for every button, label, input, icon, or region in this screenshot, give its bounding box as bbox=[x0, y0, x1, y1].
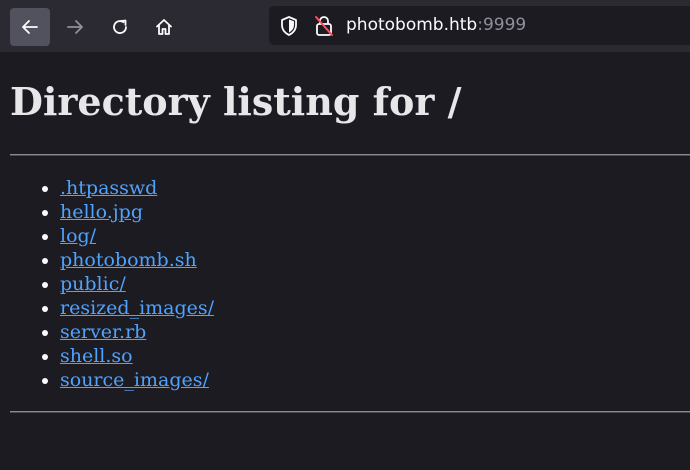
folder-link-public[interactable]: public/ bbox=[60, 273, 126, 295]
list-item: log/ bbox=[60, 224, 214, 248]
folder-link-resized-images[interactable]: resized_images/ bbox=[60, 297, 214, 319]
forward-button[interactable] bbox=[55, 8, 95, 46]
url-host: photobomb.htb bbox=[346, 15, 478, 35]
list-item: shell.so bbox=[60, 344, 214, 368]
shield-icon[interactable] bbox=[279, 6, 299, 45]
list-item: server.rb bbox=[60, 320, 214, 344]
list-item: resized_images/ bbox=[60, 296, 214, 320]
file-link-shell-so[interactable]: shell.so bbox=[60, 345, 133, 367]
file-link-hello-jpg[interactable]: hello.jpg bbox=[60, 201, 143, 223]
reload-button[interactable] bbox=[100, 8, 140, 46]
arrow-right-icon bbox=[67, 20, 83, 34]
file-link-server-rb[interactable]: server.rb bbox=[60, 321, 146, 343]
list-item: source_images/ bbox=[60, 368, 214, 392]
url-port: :9999 bbox=[477, 15, 527, 35]
file-link-htpasswd[interactable]: .htpasswd bbox=[60, 177, 157, 199]
divider-bottom bbox=[10, 411, 690, 413]
list-item: .htpasswd bbox=[60, 176, 214, 200]
insecure-lock-icon[interactable] bbox=[313, 6, 335, 45]
folder-link-source-images[interactable]: source_images/ bbox=[60, 369, 209, 391]
file-list: .htpasswd hello.jpg log/ photobomb.sh pu… bbox=[0, 176, 214, 392]
file-link-photobomb-sh[interactable]: photobomb.sh bbox=[60, 249, 197, 271]
browser-toolbar: photobomb.htb:9999 bbox=[0, 0, 690, 52]
home-icon bbox=[156, 19, 172, 35]
list-item: public/ bbox=[60, 272, 214, 296]
list-item: photobomb.sh bbox=[60, 248, 214, 272]
divider-top bbox=[10, 154, 690, 156]
back-button[interactable] bbox=[10, 8, 50, 46]
url-text[interactable]: photobomb.htb:9999 bbox=[346, 6, 526, 45]
page-content: Directory listing for / .htpasswd hello.… bbox=[0, 52, 690, 470]
address-bar[interactable]: photobomb.htb:9999 bbox=[269, 6, 690, 45]
folder-link-log[interactable]: log/ bbox=[60, 225, 96, 247]
page-title: Directory listing for / bbox=[10, 79, 462, 124]
arrow-left-icon bbox=[22, 20, 38, 34]
home-button[interactable] bbox=[144, 8, 184, 46]
list-item: hello.jpg bbox=[60, 200, 214, 224]
reload-icon bbox=[113, 19, 127, 34]
